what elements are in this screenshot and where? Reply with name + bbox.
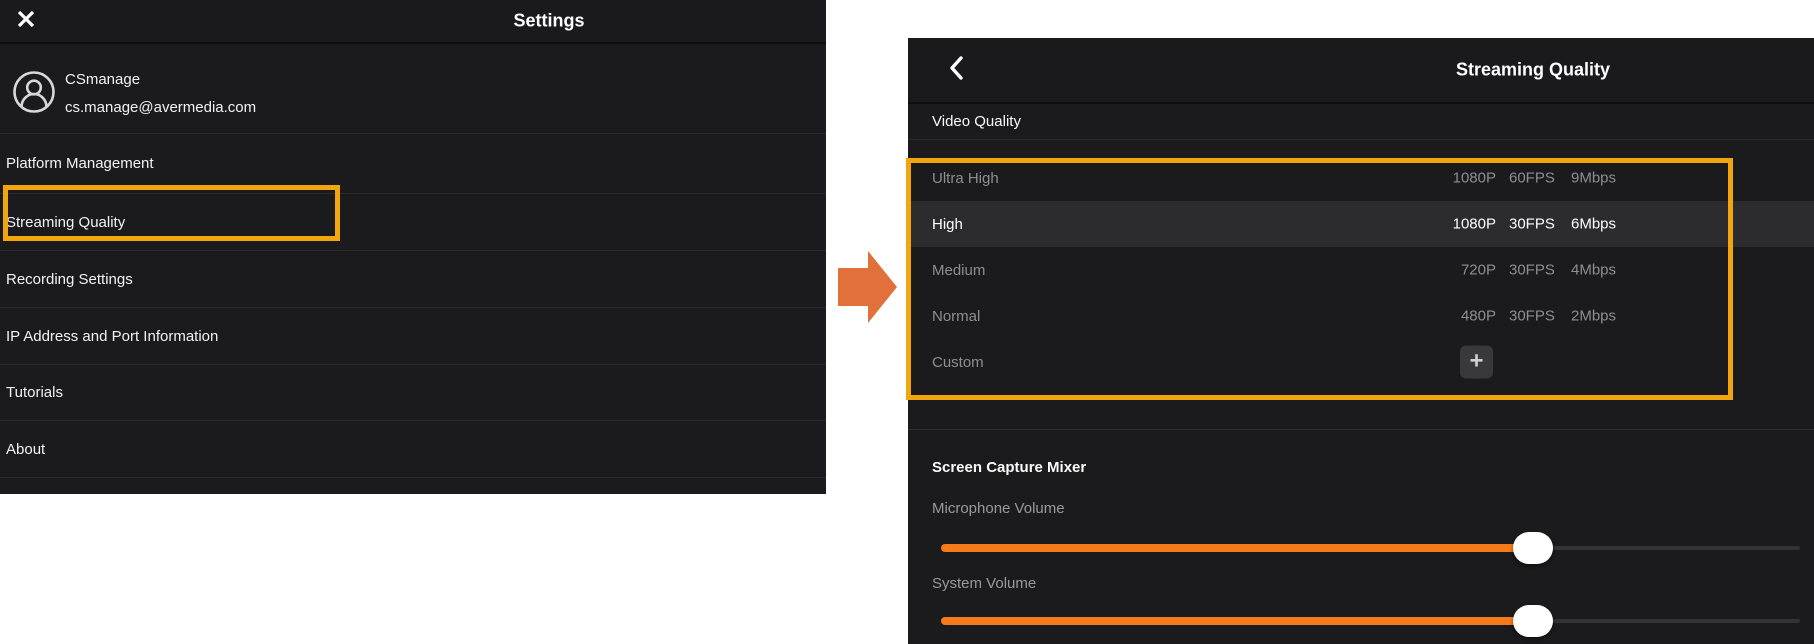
- user-email: cs.manage@avermedia.com: [65, 99, 256, 116]
- account-info-row[interactable]: CSmanage cs.manage@avermedia.com: [0, 44, 826, 134]
- user-avatar-icon: [13, 71, 55, 118]
- quality-bitrate: 4Mbps: [1571, 262, 1651, 279]
- menu-item-ip-address-port[interactable]: IP Address and Port Information: [0, 308, 826, 365]
- system-volume-label: System Volume: [932, 575, 1036, 592]
- arrow-right-annotation: [838, 251, 897, 323]
- quality-resolution: 480P: [1446, 308, 1496, 325]
- menu-item-label: About: [6, 441, 45, 458]
- plus-icon: +: [1469, 349, 1483, 373]
- close-button[interactable]: [12, 7, 40, 35]
- quality-resolution: 1080P: [1446, 170, 1496, 187]
- streaming-quality-panel: Streaming Quality Video Quality Ultra Hi…: [908, 38, 1814, 644]
- close-icon: [16, 9, 36, 34]
- slider-thumb[interactable]: [1513, 532, 1553, 564]
- microphone-volume-label: Microphone Volume: [932, 500, 1065, 517]
- menu-item-label: Platform Management: [6, 155, 154, 172]
- microphone-volume-slider[interactable]: [941, 532, 1800, 564]
- back-button[interactable]: [942, 56, 970, 84]
- page-title: Settings: [513, 11, 584, 32]
- quality-fps: 60FPS: [1509, 170, 1561, 187]
- menu-item-platform-management[interactable]: Platform Management: [0, 134, 826, 194]
- quality-option-custom[interactable]: Custom +: [908, 339, 1814, 385]
- quality-name: Ultra High: [932, 170, 999, 187]
- quality-bitrate: 6Mbps: [1571, 216, 1651, 233]
- panel-bottom-strip: [0, 478, 826, 494]
- streaming-quality-header: Streaming Quality: [908, 38, 1814, 104]
- quality-name: Custom: [932, 354, 984, 371]
- menu-item-about[interactable]: About: [0, 421, 826, 478]
- quality-name: Medium: [932, 262, 985, 279]
- settings-panel: Settings CSmanage cs.manage@avermedia.co…: [0, 0, 826, 494]
- quality-option-normal[interactable]: Normal 480P 30FPS 2Mbps: [908, 293, 1814, 339]
- slider-fill: [941, 544, 1526, 552]
- quality-bitrate: 2Mbps: [1571, 308, 1651, 325]
- user-name: CSmanage: [65, 71, 140, 88]
- add-custom-quality-button[interactable]: +: [1460, 346, 1493, 379]
- video-quality-section-header: Video Quality: [908, 104, 1814, 140]
- video-quality-options-list: Ultra High 1080P 60FPS 9Mbps High 1080P …: [908, 140, 1814, 430]
- menu-item-label: IP Address and Port Information: [6, 328, 218, 345]
- quality-option-high-selected[interactable]: High 1080P 30FPS 6Mbps: [908, 201, 1814, 247]
- system-volume-slider[interactable]: [941, 605, 1800, 637]
- quality-resolution: 720P: [1446, 262, 1496, 279]
- slider-fill: [941, 617, 1526, 625]
- quality-option-ultra-high[interactable]: Ultra High 1080P 60FPS 9Mbps: [908, 155, 1814, 201]
- screen-capture-mixer-section-header: Screen Capture Mixer: [932, 459, 1086, 476]
- page-title: Streaming Quality: [1456, 60, 1610, 81]
- menu-item-streaming-quality[interactable]: Streaming Quality: [0, 194, 826, 251]
- section-label: Video Quality: [932, 113, 1021, 130]
- quality-resolution: 1080P: [1446, 216, 1496, 233]
- quality-option-medium[interactable]: Medium 720P 30FPS 4Mbps: [908, 247, 1814, 293]
- menu-item-label: Recording Settings: [6, 271, 133, 288]
- quality-fps: 30FPS: [1509, 308, 1561, 325]
- quality-fps: 30FPS: [1509, 216, 1561, 233]
- menu-item-label: Tutorials: [6, 384, 63, 401]
- menu-item-tutorials[interactable]: Tutorials: [0, 365, 826, 421]
- quality-bitrate: 9Mbps: [1571, 170, 1651, 187]
- settings-header: Settings: [0, 0, 826, 44]
- slider-thumb[interactable]: [1513, 605, 1553, 637]
- screenshot-canvas: Settings CSmanage cs.manage@avermedia.co…: [0, 0, 1814, 644]
- quality-name: Normal: [932, 308, 980, 325]
- chevron-left-icon: [949, 56, 963, 85]
- menu-item-recording-settings[interactable]: Recording Settings: [0, 251, 826, 308]
- quality-fps: 30FPS: [1509, 262, 1561, 279]
- menu-item-label: Streaming Quality: [6, 214, 125, 231]
- quality-name: High: [932, 216, 963, 233]
